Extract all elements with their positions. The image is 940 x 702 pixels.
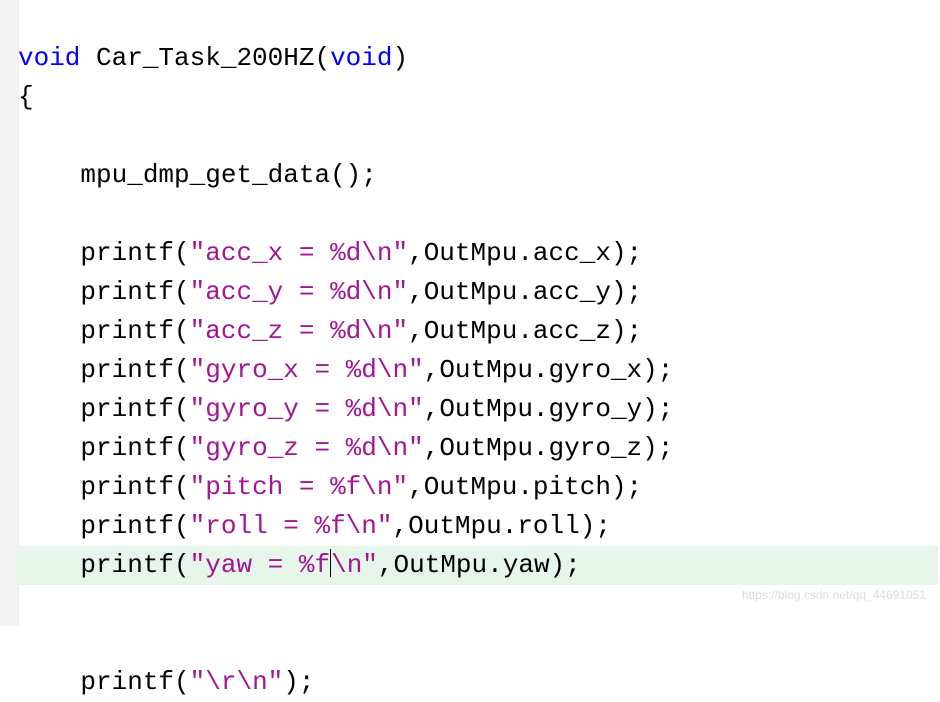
code-line: printf("roll = %f\n",OutMpu.roll); (18, 511, 611, 541)
line-number-gutter (0, 0, 19, 626)
code-line: void Car_Task_200HZ(void) (18, 43, 408, 73)
fn-printf: printf (80, 511, 174, 541)
arg: OutMpu.acc_y (424, 277, 611, 307)
string-literal: "yaw = %f (190, 550, 330, 580)
string-literal: "gyro_y = %d\n" (190, 394, 424, 424)
string-literal: "acc_x = %d\n" (190, 238, 408, 268)
code-line: printf("\r\n"); (18, 667, 315, 697)
code-line: printf("acc_x = %d\n",OutMpu.acc_x); (18, 238, 642, 268)
call-mpu: mpu_dmp_get_data(); (80, 160, 376, 190)
brace-open: { (18, 82, 34, 112)
string-literal: "gyro_x = %d\n" (190, 355, 424, 385)
arg: OutMpu.gyro_z (439, 433, 642, 463)
code-line: mpu_dmp_get_data(); (18, 160, 377, 190)
fn-printf: printf (80, 316, 174, 346)
string-literal: "pitch = %f\n" (190, 472, 408, 502)
string-literal: "acc_z = %d\n" (190, 316, 408, 346)
code-line: printf("pitch = %f\n",OutMpu.pitch); (18, 472, 642, 502)
arg: OutMpu.gyro_y (439, 394, 642, 424)
fn-printf: printf (80, 433, 174, 463)
keyword-void: void (330, 43, 392, 73)
watermark-text: https://blog.csdn.net/qq_44691051 (742, 586, 926, 604)
arg: OutMpu.gyro_x (439, 355, 642, 385)
code-line: printf("gyro_y = %d\n",OutMpu.gyro_y); (18, 394, 673, 424)
arg: OutMpu.acc_x (424, 238, 611, 268)
paren-open: ( (314, 43, 330, 73)
string-literal: "\r\n" (190, 667, 284, 697)
code-line-highlighted[interactable]: printf("yaw = %f\n",OutMpu.yaw); (16, 546, 938, 585)
fn-printf: printf (80, 550, 174, 580)
function-name: Car_Task_200HZ (80, 43, 314, 73)
arg: OutMpu.pitch (424, 472, 611, 502)
string-literal: \n" (331, 550, 378, 580)
arg: OutMpu.acc_z (424, 316, 611, 346)
code-line: { (18, 82, 34, 112)
paren-close: ) (393, 43, 409, 73)
fn-printf: printf (80, 472, 174, 502)
string-literal: "gyro_z = %d\n" (190, 433, 424, 463)
string-literal: "roll = %f\n" (190, 511, 393, 541)
code-line: printf("gyro_x = %d\n",OutMpu.gyro_x); (18, 355, 673, 385)
code-line: printf("gyro_z = %d\n",OutMpu.gyro_z); (18, 433, 673, 463)
fn-printf: printf (80, 394, 174, 424)
fn-printf: printf (80, 355, 174, 385)
fn-printf: printf (80, 667, 174, 697)
code-line: printf("acc_z = %d\n",OutMpu.acc_z); (18, 316, 642, 346)
code-line: printf("acc_y = %d\n",OutMpu.acc_y); (18, 277, 642, 307)
keyword-void: void (18, 43, 80, 73)
string-literal: "acc_y = %d\n" (190, 277, 408, 307)
arg: OutMpu.roll (408, 511, 580, 541)
arg: OutMpu.yaw (394, 550, 550, 580)
fn-printf: printf (80, 238, 174, 268)
fn-printf: printf (80, 277, 174, 307)
